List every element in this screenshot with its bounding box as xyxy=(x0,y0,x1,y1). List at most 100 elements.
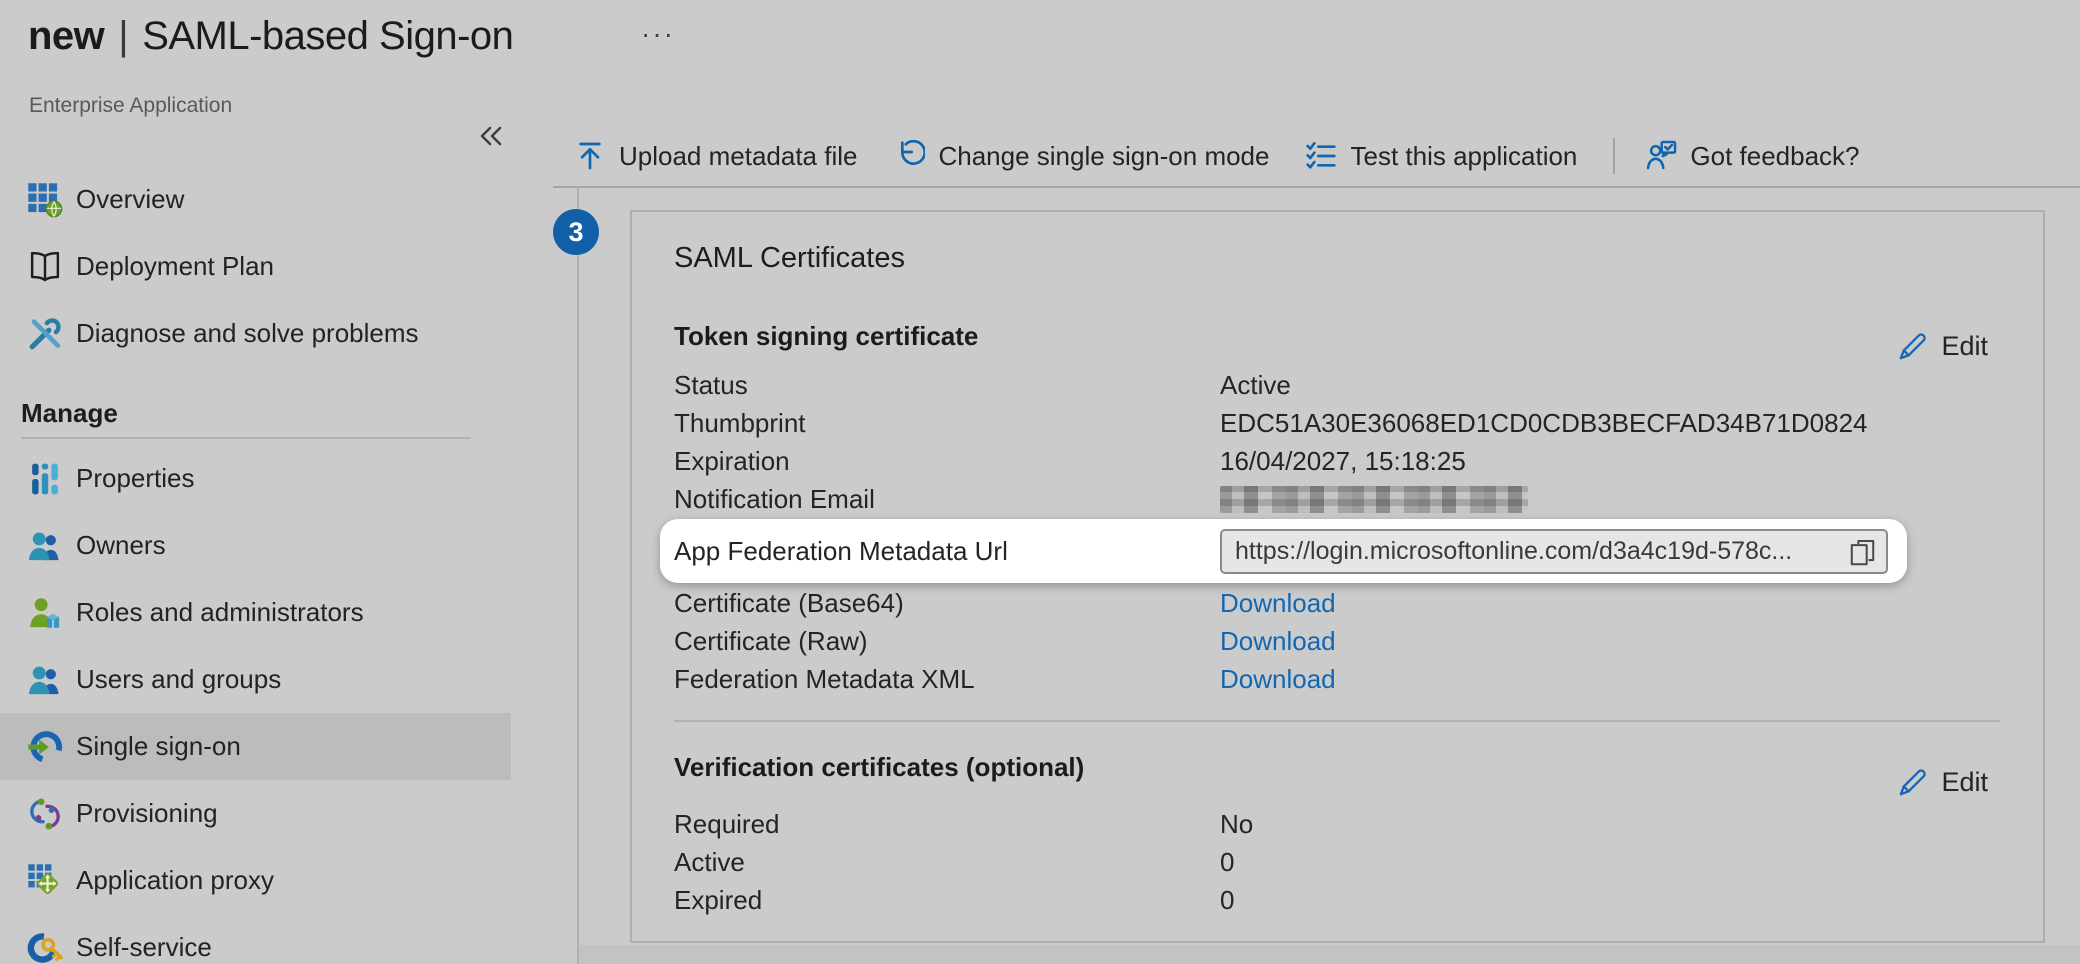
more-options-icon[interactable]: ··· xyxy=(641,18,675,50)
sidebar-item-label: Application proxy xyxy=(76,865,274,896)
required-row: Required No xyxy=(674,805,2000,843)
certificate-base64-download-link[interactable]: Download xyxy=(1220,588,1336,619)
sidebar-item-roles-administrators[interactable]: Roles and administrators xyxy=(0,579,511,646)
panel-title: SAML Certificates xyxy=(674,242,2000,275)
sidebar-section-manage: Manage xyxy=(0,391,577,435)
test-application-label: Test this application xyxy=(1350,141,1577,172)
upload-metadata-file-label: Upload metadata file xyxy=(619,141,857,172)
toolbar-separator xyxy=(1613,138,1615,174)
edit-verification-certificates-button[interactable]: Edit xyxy=(1896,766,1988,799)
undo-icon xyxy=(893,140,925,172)
saml-sign-on-page: new | SAML-based Sign-on ··· Enterprise … xyxy=(0,0,2080,964)
expiration-value: 16/04/2027, 15:18:25 xyxy=(1220,446,1466,477)
app-name: new xyxy=(28,14,104,59)
sidebar-item-label: Users and groups xyxy=(76,664,281,695)
expiration-label: Expiration xyxy=(674,446,1220,477)
sidebar-item-diagnose[interactable]: Diagnose and solve problems xyxy=(0,300,511,367)
sidebar-item-single-sign-on[interactable]: Single sign-on xyxy=(0,713,511,780)
required-label: Required xyxy=(674,809,1220,840)
edit-token-certificate-button[interactable]: Edit xyxy=(1896,330,1988,363)
sidebar-item-users-groups[interactable]: Users and groups xyxy=(0,646,511,713)
app-proxy-icon xyxy=(27,863,63,899)
people-icon xyxy=(27,528,63,564)
active-row: Active 0 xyxy=(674,843,2000,881)
sidebar-item-label: Single sign-on xyxy=(76,731,241,762)
redacted-email-value xyxy=(1220,486,1528,513)
active-label: Active xyxy=(674,847,1220,878)
sidebar-item-label: Diagnose and solve problems xyxy=(76,318,419,349)
sidebar-item-label: Roles and administrators xyxy=(76,597,364,628)
status-value: Active xyxy=(1220,370,1291,401)
sidebar-item-label: Owners xyxy=(76,530,166,561)
verification-certificates-heading: Verification certificates (optional) xyxy=(674,752,2000,783)
sidebar-divider xyxy=(21,437,471,439)
sidebar-item-deployment-plan[interactable]: Deployment Plan xyxy=(0,233,511,300)
active-value: 0 xyxy=(1220,847,1234,878)
toolbar-divider xyxy=(553,186,2080,188)
overview-grid-icon xyxy=(27,182,63,218)
federation-metadata-xml-row: Federation Metadata XML Download xyxy=(674,660,2000,698)
federation-metadata-xml-label: Federation Metadata XML xyxy=(674,664,1220,695)
metadata-url-value: https://login.microsoftonline.com/d3a4c1… xyxy=(1235,537,1792,566)
book-icon xyxy=(27,249,63,285)
certificate-base64-label: Certificate (Base64) xyxy=(674,588,1220,619)
copy-icon[interactable] xyxy=(1848,538,1877,569)
sidebar-item-label: Self-service xyxy=(76,932,212,963)
key-icon xyxy=(27,930,63,964)
token-signing-certificate-heading: Token signing certificate xyxy=(674,321,2000,352)
people-icon xyxy=(27,662,63,698)
saml-certificates-panel: SAML Certificates Token signing certific… xyxy=(630,210,2045,943)
edit-label: Edit xyxy=(1941,331,1988,362)
app-federation-metadata-url-label: App Federation Metadata Url xyxy=(674,536,1220,567)
sidebar-item-self-service[interactable]: Self-service xyxy=(0,914,511,964)
checklist-icon xyxy=(1305,140,1337,172)
certificate-base64-row: Certificate (Base64) Download xyxy=(674,584,2000,622)
tools-icon xyxy=(27,316,63,352)
sso-arrow-icon xyxy=(27,729,63,765)
sidebar-item-properties[interactable]: Properties xyxy=(0,445,511,512)
certificate-raw-label: Certificate (Raw) xyxy=(674,626,1220,657)
sidebar-item-owners[interactable]: Owners xyxy=(0,512,511,579)
content-divider xyxy=(577,187,579,964)
edit-label: Edit xyxy=(1941,767,1988,798)
app-federation-metadata-url-row: App Federation Metadata Url https://logi… xyxy=(674,520,2000,582)
thumbprint-label: Thumbprint xyxy=(674,408,1220,439)
sidebar-item-overview[interactable]: Overview xyxy=(0,166,511,233)
sync-icon xyxy=(27,796,63,832)
test-application-button[interactable]: Test this application xyxy=(1305,140,1577,172)
got-feedback-button[interactable]: Got feedback? xyxy=(1645,140,1859,172)
bottom-strip xyxy=(579,945,2080,964)
command-bar: Upload metadata file Change single sign-… xyxy=(574,128,1896,184)
feedback-icon xyxy=(1645,140,1677,172)
sidebar-nav: Overview Deployment Plan Diagnose and so… xyxy=(0,166,577,964)
blade-title: SAML-based Sign-on xyxy=(142,14,513,59)
certificate-raw-download-link[interactable]: Download xyxy=(1220,626,1336,657)
sidebar-item-label: Properties xyxy=(76,463,195,494)
federation-metadata-xml-download-link[interactable]: Download xyxy=(1220,664,1336,695)
sidebar-item-provisioning[interactable]: Provisioning xyxy=(0,780,511,847)
sidebar-item-application-proxy[interactable]: Application proxy xyxy=(0,847,511,914)
verification-certificates-rows: Required No Active 0 Expired 0 xyxy=(674,805,2000,919)
thumbprint-value: EDC51A30E36068ED1CD0CDB3BECFAD34B71D0824 xyxy=(1220,408,1868,439)
role-person-icon xyxy=(27,595,63,631)
expired-label: Expired xyxy=(674,885,1220,916)
token-certificate-rows: Status Active Thumbprint EDC51A30E36068E… xyxy=(674,366,2000,698)
change-sso-mode-button[interactable]: Change single sign-on mode xyxy=(893,140,1269,172)
collapse-sidebar-icon[interactable] xyxy=(475,120,507,152)
upload-icon xyxy=(574,140,606,172)
pencil-icon xyxy=(1896,766,1929,799)
status-label: Status xyxy=(674,370,1220,401)
expired-value: 0 xyxy=(1220,885,1234,916)
sliders-icon xyxy=(27,461,63,497)
step-3-badge: 3 xyxy=(553,209,599,255)
upload-metadata-file-button[interactable]: Upload metadata file xyxy=(574,140,857,172)
metadata-url-input[interactable]: https://login.microsoftonline.com/d3a4c1… xyxy=(1220,529,1888,574)
sidebar-item-label: Provisioning xyxy=(76,798,218,829)
got-feedback-label: Got feedback? xyxy=(1690,141,1859,172)
sidebar-item-label: Overview xyxy=(76,184,184,215)
certificate-raw-row: Certificate (Raw) Download xyxy=(674,622,2000,660)
expired-row: Expired 0 xyxy=(674,881,2000,919)
required-value: No xyxy=(1220,809,1253,840)
expiration-row: Expiration 16/04/2027, 15:18:25 xyxy=(674,442,2000,480)
status-row: Status Active xyxy=(674,366,2000,404)
